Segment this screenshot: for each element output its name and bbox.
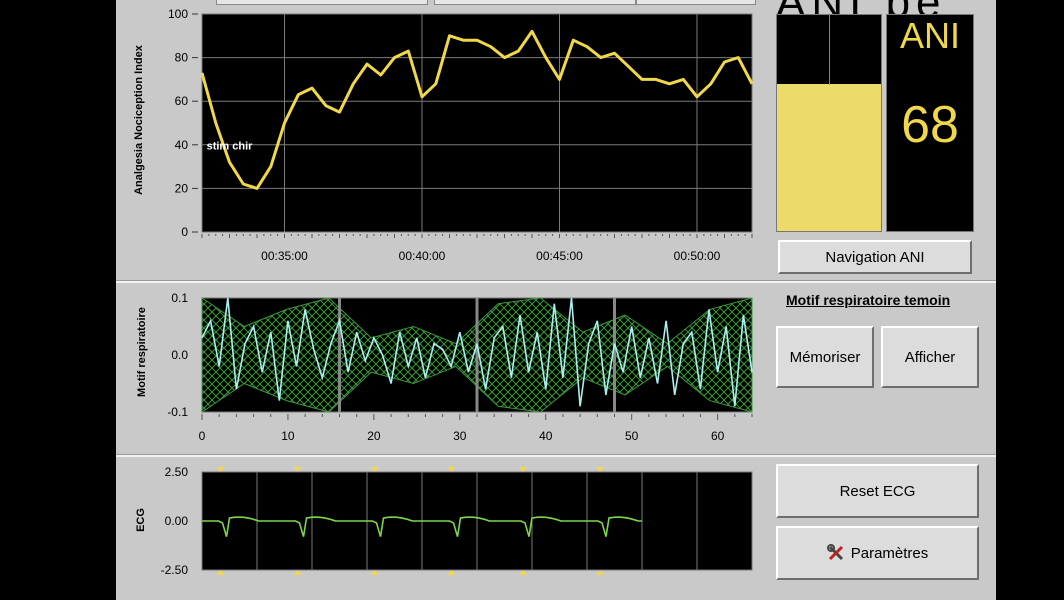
ecg-chart-ylabel: ECG: [135, 508, 147, 532]
ecg-beat-marker-top: [216, 467, 225, 472]
ani-value-panel: ANI 68: [886, 14, 974, 232]
reset-ecg-button[interactable]: Reset ECG: [776, 464, 979, 518]
ani-ytick-label: 20: [175, 181, 189, 195]
ani-ytick-label: 60: [175, 94, 189, 108]
settings-button[interactable]: Paramètres: [776, 526, 979, 580]
resp-xtick-label: 30: [453, 429, 467, 443]
resp-xtick-label: 40: [539, 429, 553, 443]
ani-xtick-label: 00:45:00: [536, 249, 583, 263]
separator-1: [116, 280, 996, 283]
resp-chart-ylabel: Motif respiratoire: [136, 307, 148, 397]
ecg-beat-marker-bottom: [519, 570, 527, 575]
ani-level-gauge: [776, 14, 882, 232]
ani-label: ANI: [899, 15, 960, 56]
ecg-beat-marker-top: [293, 467, 302, 472]
ani-xtick-label: 00:35:00: [261, 249, 308, 263]
memorize-button[interactable]: Mémoriser: [776, 326, 874, 388]
ecg-beat-marker-bottom: [293, 570, 302, 575]
ecg-beat-marker-bottom: [216, 570, 225, 575]
ecg-beat-marker-top: [370, 467, 379, 472]
ani-level-fill: [777, 84, 881, 231]
ani-xtick-label: 00:40:00: [399, 249, 446, 263]
display-button[interactable]: Afficher: [881, 326, 979, 388]
ani-ytick-label: 80: [175, 51, 189, 65]
resp-xtick-label: 20: [367, 429, 381, 443]
tools-icon: [826, 544, 843, 561]
ecg-beat-marker-top: [447, 467, 456, 472]
resp-ytick-label: 0.1: [171, 291, 188, 305]
gauge-divider: [829, 15, 830, 85]
resp-ytick-label: -0.1: [167, 405, 188, 419]
resp-xtick-label: 0: [199, 429, 206, 443]
resp-xtick-label: 60: [711, 429, 725, 443]
separator-2: [116, 454, 996, 457]
ani-ytick-label: 40: [175, 138, 189, 152]
ani-ytick-label: 100: [168, 7, 188, 21]
witness-pattern-link[interactable]: Motif respiratoire temoin: [786, 292, 950, 308]
ecg-beat-marker-bottom: [370, 570, 379, 575]
ecg-beat-marker-bottom: [596, 570, 604, 575]
ecg-ytick-label: 0.00: [165, 514, 189, 528]
resp-ytick-label: 0.0: [171, 348, 188, 362]
settings-button-label: Paramètres: [850, 544, 929, 562]
ecg-beat-marker-bottom: [447, 570, 456, 575]
navigation-ani-button[interactable]: Navigation ANI: [778, 240, 972, 274]
resp-xtick-label: 50: [625, 429, 639, 443]
ani-value: 68: [901, 96, 959, 154]
resp-xtick-label: 10: [281, 429, 295, 443]
ecg-ytick-label: 2.50: [165, 465, 189, 479]
ani-ytick-label: 0: [181, 225, 188, 239]
ani-xtick-label: 00:50:00: [674, 249, 721, 263]
ecg-ytick-label: -2.50: [161, 563, 189, 577]
stim-chir-annotation: stim chir: [207, 140, 254, 152]
ecg-beat-marker-top: [519, 467, 527, 472]
ani-monitor-screen: ANI pe Analgesia Nociception Index 10080…: [116, 0, 996, 600]
ecg-beat-marker-top: [596, 467, 604, 472]
